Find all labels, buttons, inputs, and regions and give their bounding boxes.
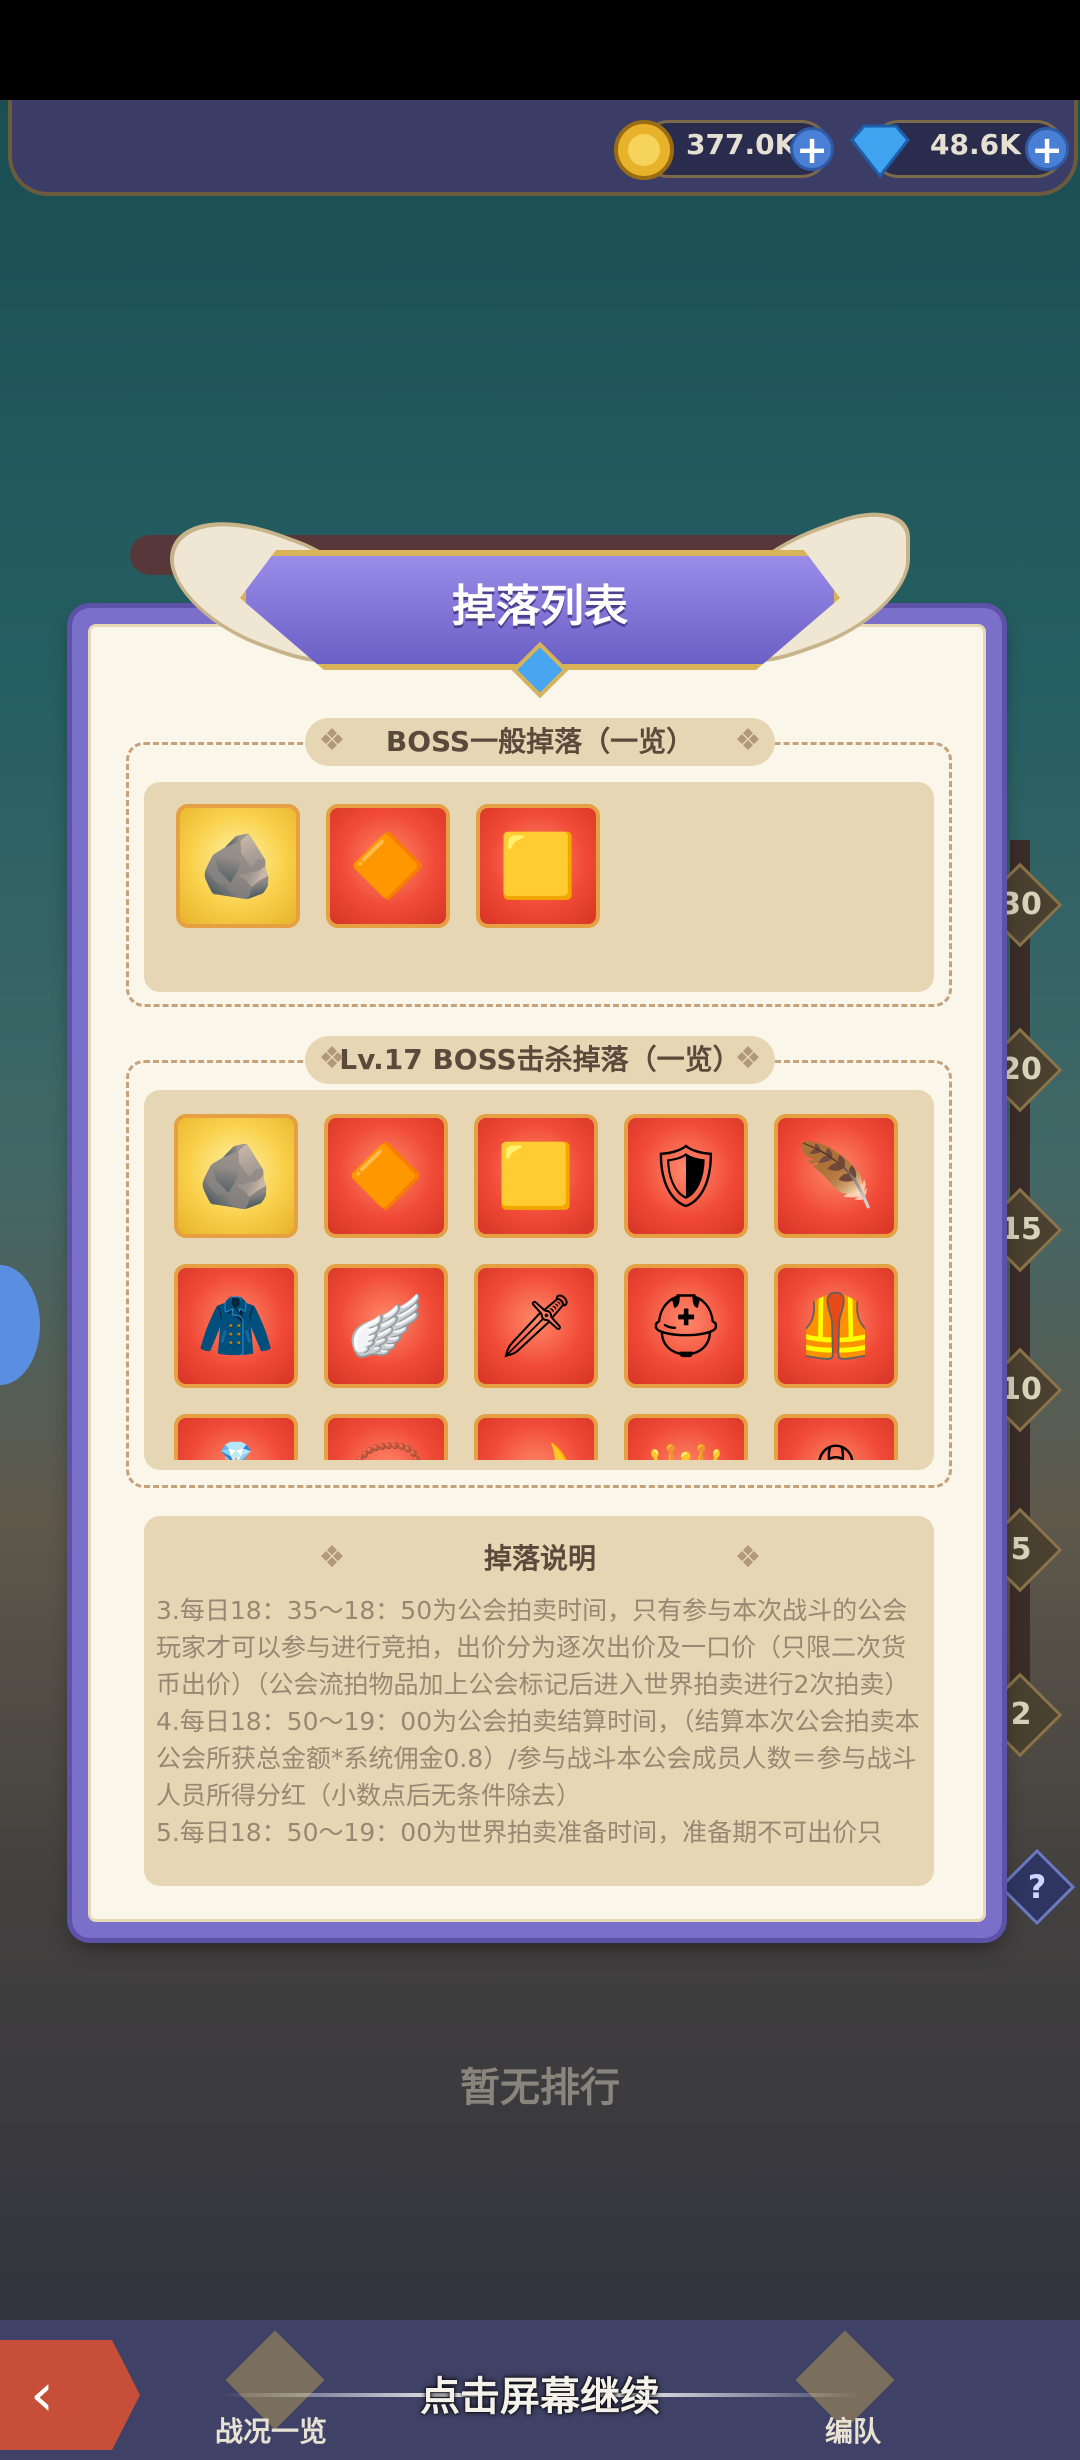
title-ornament-left-icon: ❖ (318, 1041, 346, 1076)
ore-rock-icon: 🪨 (197, 1139, 275, 1212)
crystal-rock-icon: 🔶 (347, 1139, 425, 1212)
general-drop-title: ❖ BOSS一般掉落（一览） ❖ (305, 718, 775, 766)
description-paragraph: 3.每日18：35～18：50为公会拍卖时间，只有参与本次战斗的公会玩家才可以参… (156, 1596, 910, 1699)
drop-item-winged-helmet[interactable]: ⛑ (624, 1264, 748, 1388)
drop-item-ore-rock[interactable]: 🪨 (176, 804, 300, 928)
ladder-label: 20 (1000, 1052, 1042, 1087)
add-coins-button[interactable]: + (790, 127, 834, 171)
coin-icon (614, 120, 674, 180)
drop-item-ring[interactable]: 💍 (174, 1414, 298, 1460)
title-ornament-right-icon: ❖ (734, 1540, 762, 1575)
drop-item-winged-boot[interactable]: 🪶 (774, 1114, 898, 1238)
continue-text: 点击屏幕继续 (420, 2374, 660, 2420)
gold-nuggets-icon: 🟨 (497, 1139, 575, 1212)
drop-item-dagger[interactable]: 🗡 (474, 1264, 598, 1388)
status-bar (0, 0, 1080, 100)
drop-item-wing-ornament[interactable]: 🪽 (324, 1264, 448, 1388)
gold-nuggets-icon: 🟨 (499, 829, 577, 902)
kill-drop-title: ❖ Lv.17 BOSS击杀掉落（一览） ❖ (305, 1036, 775, 1084)
ladder-label: 5 (1010, 1532, 1032, 1567)
chest-armor-icon: 🧥 (197, 1289, 275, 1362)
ladder-label: 2 (1010, 1697, 1032, 1732)
modal-title: 掉落列表 (452, 581, 628, 632)
ore-rock-icon: 🪨 (199, 829, 277, 902)
drop-item-crystal-rock[interactable]: 🔶 (326, 804, 450, 928)
drop-item-chest-armor[interactable]: 🧥 (174, 1264, 298, 1388)
tap-to-continue[interactable]: 点击屏幕继续 (220, 2360, 860, 2430)
general-drop-title-text: BOSS一般掉落（一览） (385, 725, 695, 758)
dark-armor-icon: 🦺 (797, 1289, 875, 1362)
gem-icon (850, 124, 910, 179)
ring-icon: 💍 (178, 1418, 294, 1460)
drop-item-belt[interactable]: 🎗 (774, 1414, 898, 1460)
drop-item-amulet[interactable]: 📿 (324, 1414, 448, 1460)
description-paragraph: 4.每日18：50～19：00为公会拍卖结算时间，（结算本次公会拍卖本公会所获总… (156, 1707, 920, 1810)
drop-description-title-text: 掉落说明 (483, 1542, 596, 1575)
amulet-icon: 📿 (328, 1418, 444, 1460)
drop-item-horn[interactable]: 🌙 (474, 1414, 598, 1460)
drop-description-text[interactable]: 3.每日18：35～18：50为公会拍卖时间，只有参与本次战斗的公会玩家才可以参… (156, 1592, 926, 1882)
winged-helmet-icon: ⛑ (646, 1289, 726, 1362)
drop-item-gold-nuggets[interactable]: 🟨 (476, 804, 600, 928)
modal-title-banner: 掉落列表 (170, 493, 910, 710)
back-button[interactable]: ‹ (0, 2340, 140, 2450)
title-ornament-right-icon: ❖ (734, 1041, 762, 1076)
ladder-label: 15 (1000, 1212, 1042, 1247)
title-ornament-left-icon: ❖ (318, 723, 346, 758)
drop-item-holy-shield[interactable]: 🛡 (624, 1114, 748, 1238)
kill-drop-title-text: Lv.17 BOSS击杀掉落（一览） (339, 1043, 741, 1076)
title-ornament-right-icon: ❖ (734, 723, 762, 758)
wing-ornament-icon: 🪽 (347, 1289, 425, 1362)
ladder-label: 10 (1000, 1372, 1042, 1407)
gem-crown-icon: 👑 (628, 1418, 744, 1460)
drop-item-gem-crown[interactable]: 👑 (624, 1414, 748, 1460)
drop-description-title: ❖ 掉落说明 ❖ (305, 1535, 775, 1583)
title-ornament-left-icon: ❖ (318, 1540, 346, 1575)
kill-drop-scroll-area[interactable]: 🪨 🔶 🟨 🛡 🪶 🧥 🪽 🗡 ⛑ 🦺 💍 📿 🌙 👑 🎗 (144, 1090, 934, 1460)
holy-shield-icon: 🛡 (646, 1139, 726, 1212)
winged-boot-icon: 🪶 (797, 1139, 875, 1212)
coin-amount: 377.0K (686, 128, 797, 161)
gem-amount: 48.6K (930, 128, 1021, 161)
drop-item-gold-nuggets[interactable]: 🟨 (474, 1114, 598, 1238)
drop-item-crystal-rock[interactable]: 🔶 (324, 1114, 448, 1238)
drop-item-ore-rock[interactable]: 🪨 (174, 1114, 298, 1238)
horn-icon: 🌙 (478, 1418, 594, 1460)
description-paragraph: 5.每日18：50～19：00为世界拍卖准备时间，准备期不可出价只 (156, 1818, 883, 1847)
drop-item-dark-armor[interactable]: 🦺 (774, 1264, 898, 1388)
add-gems-button[interactable]: + (1025, 127, 1069, 171)
empty-rank-text: 暂无排行 (460, 2065, 620, 2111)
crystal-rock-icon: 🔶 (349, 829, 427, 902)
ladder-label: 30 (1000, 887, 1042, 922)
dagger-icon: 🗡 (496, 1289, 576, 1362)
belt-icon: 🎗 (778, 1418, 894, 1460)
